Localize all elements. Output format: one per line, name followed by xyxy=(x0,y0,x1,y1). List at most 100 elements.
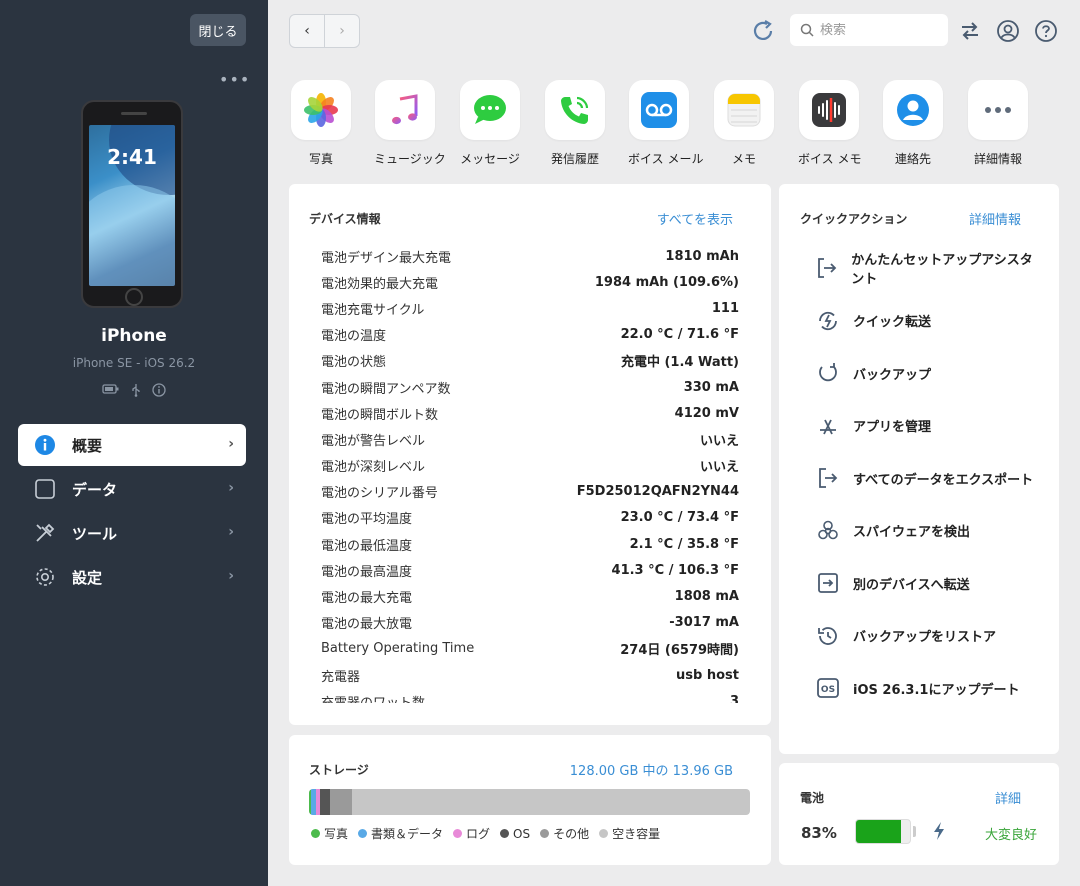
quick-action-label: iOS 26.3.1にアップデート xyxy=(853,682,1020,698)
help-icon[interactable] xyxy=(1034,19,1058,43)
storage-panel: ストレージ 128.00 GB 中の 13.96 GB 写真 書類＆データ ログ OS… xyxy=(289,735,771,865)
info-value: 2.1 °C / 35.8 °F xyxy=(629,536,739,552)
info-key: 電池のシリアル番号 xyxy=(321,486,438,502)
storage-legend: 写真 書類＆データ ログ OS その他 空き容量 xyxy=(311,825,660,842)
sidebar-item-label: 概要 xyxy=(72,436,103,455)
app-contacts[interactable]: 連絡先 xyxy=(882,80,944,167)
app-photos[interactable]: 写真 xyxy=(290,80,352,167)
device-image: 2:41 xyxy=(81,100,183,308)
info-value: 23.0 °C / 73.4 °F xyxy=(620,510,739,526)
quick-transfer-icon xyxy=(815,308,841,334)
battery-panel: 電池 詳細 83% 大変良好 xyxy=(779,763,1059,865)
info-icon[interactable] xyxy=(152,383,166,397)
app-call-history[interactable]: 発信履歴 xyxy=(544,80,606,167)
info-value: F5D25012QAFN2YN44 xyxy=(576,484,739,500)
storage-title: ストレージ xyxy=(309,763,369,777)
app-more-info[interactable]: 詳細情報 xyxy=(967,80,1029,167)
quick-action-item[interactable]: スパイウェアを検出 xyxy=(815,505,1045,558)
notes-icon xyxy=(714,80,774,140)
legend-item: ログ xyxy=(453,825,490,842)
battery-fill xyxy=(856,820,901,843)
sidebar-item-data[interactable]: データ › xyxy=(18,468,246,510)
app-voicemail[interactable]: ボイス メール xyxy=(628,80,703,167)
battery-percent: 83% xyxy=(801,824,837,842)
info-key: Battery Operating Time xyxy=(321,641,475,657)
app-label: ボイス メモ xyxy=(798,152,862,166)
refresh-icon[interactable] xyxy=(750,18,776,44)
info-key: 充電器のワット数 xyxy=(321,692,425,703)
forward-button[interactable]: › xyxy=(324,15,359,47)
show-all-link[interactable]: すべてを表示 xyxy=(657,209,733,228)
back-button[interactable]: ‹ xyxy=(290,15,324,47)
photos-icon xyxy=(291,80,351,140)
quick-action-item[interactable]: 別のデバイスへ転送 xyxy=(815,557,1045,610)
storage-bar xyxy=(309,789,750,815)
contacts-icon xyxy=(883,80,943,140)
quick-action-item[interactable]: OS iOS 26.3.1にアップデート xyxy=(815,662,1045,715)
legend-label: その他 xyxy=(553,827,590,841)
sidebar: 閉じる ••• 2:41 iPhone iPhone SE - iOS 26.2… xyxy=(0,0,268,886)
backup-icon xyxy=(815,360,841,386)
info-value: 274日 (6579時間) xyxy=(620,643,739,659)
app-messages[interactable]: メッセージ xyxy=(459,80,521,167)
info-value: 22.0 °C / 71.6 °F xyxy=(620,327,739,343)
window-edge xyxy=(1068,0,1080,886)
legend-item: 空き容量 xyxy=(599,825,660,842)
app-music[interactable]: ミュージック xyxy=(374,80,446,167)
legend-dot xyxy=(500,829,510,838)
tools-icon xyxy=(34,522,56,544)
info-value: 1810 mAh xyxy=(665,248,739,264)
info-value: -3017 mA xyxy=(669,615,739,631)
legend-label: 空き容量 xyxy=(612,827,661,841)
app-label: ミュージック xyxy=(374,152,446,166)
legend-item: 写真 xyxy=(311,825,348,842)
info-row: 電池の平均温度 23.0 °C / 73.4 °F xyxy=(321,505,739,531)
legend-dot xyxy=(453,829,463,838)
info-row: 電池の最低温度 2.1 °C / 35.8 °F xyxy=(321,531,739,557)
app-notes[interactable]: メモ xyxy=(713,80,775,167)
device-model: iPhone SE - iOS 26.2 xyxy=(72,356,196,370)
quick-action-item[interactable]: クイック転送 xyxy=(815,295,1045,348)
sidebar-item-label: データ xyxy=(72,480,118,499)
quick-action-item[interactable]: バックアップ xyxy=(815,347,1045,400)
sidebar-item-overview[interactable]: 概要 › xyxy=(18,424,246,466)
storage-summary[interactable]: 128.00 GB 中の 13.96 GB xyxy=(570,760,733,779)
battery-health: 大変良好 xyxy=(984,828,1037,843)
phone-home-button xyxy=(125,288,143,306)
info-key: 電池効果的最大充電 xyxy=(321,276,439,292)
quick-action-item[interactable]: アプリを管理 xyxy=(815,400,1045,453)
search-input[interactable] xyxy=(820,22,930,38)
info-row: 充電器のワット数 3 xyxy=(321,688,739,703)
sidebar-item-label: ツール xyxy=(72,524,118,543)
battery-title: 電池 xyxy=(800,791,825,805)
quick-action-item[interactable]: バックアップをリストア xyxy=(815,610,1045,663)
info-row: 電池の最高温度 41.3 °C / 106.3 °F xyxy=(321,557,739,583)
search-box[interactable] xyxy=(790,14,948,46)
device-name: iPhone xyxy=(101,326,167,346)
quick-actions-more-link[interactable]: 詳細情報 xyxy=(969,209,1021,228)
quick-action-item[interactable]: すべてのデータをエクスポート xyxy=(815,452,1045,505)
chevron-right-icon: › xyxy=(228,480,234,496)
battery-gauge xyxy=(855,819,911,844)
more-options-icon[interactable]: ••• xyxy=(219,70,250,89)
transfer-arrows-icon[interactable] xyxy=(958,19,982,43)
device-info-list[interactable]: 電池デザイン最大充電 1810 mAh 電池効果的最大充電 1984 mAh (109… xyxy=(321,243,739,703)
battery-detail-link[interactable]: 詳細 xyxy=(995,788,1021,807)
quick-action-item[interactable]: かんたんセットアップアシスタント xyxy=(815,242,1045,295)
restore-icon xyxy=(815,623,841,649)
setup-assistant-icon xyxy=(815,255,839,281)
info-row: 電池充電サイクル 111 xyxy=(321,295,739,321)
info-row: 電池の瞬間アンペア数 330 mA xyxy=(321,374,739,400)
account-icon[interactable] xyxy=(996,19,1020,43)
info-key: 電池の瞬間ボルト数 xyxy=(321,407,439,423)
close-button[interactable]: 閉じる xyxy=(190,14,246,46)
app-voice-memos[interactable]: ボイス メモ xyxy=(798,80,862,167)
sidebar-item-tools[interactable]: ツール › xyxy=(18,512,246,554)
charging-bolt-icon xyxy=(934,822,944,840)
sidebar-item-settings[interactable]: 設定 › xyxy=(18,556,246,598)
legend-label: 写真 xyxy=(324,827,349,841)
info-row: 電池デザイン最大充電 1810 mAh xyxy=(321,243,739,269)
quick-actions-list[interactable]: かんたんセットアップアシスタント クイック転送 バックアップ アプリを管理 すべ… xyxy=(815,242,1045,734)
device-transfer-icon xyxy=(815,570,841,596)
storage-segment xyxy=(330,789,353,815)
